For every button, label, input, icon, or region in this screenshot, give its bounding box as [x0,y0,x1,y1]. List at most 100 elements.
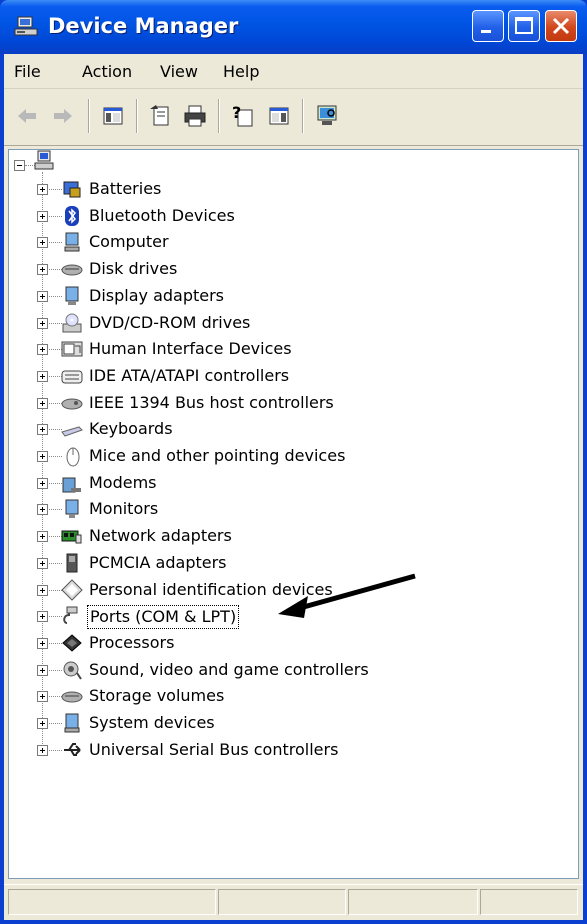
device-category-computer[interactable]: Computer [87,231,171,253]
print-icon[interactable] [182,103,208,129]
minimize-icon [481,30,491,33]
expand-toggle[interactable] [37,504,48,515]
modem-icon[interactable] [61,472,83,494]
device-category-batteries[interactable]: Batteries [87,178,163,200]
help-icon[interactable]: ? [230,103,256,129]
storage-volume-icon[interactable] [61,685,83,707]
device-category-human-interface-devices[interactable]: Human Interface Devices [87,338,294,360]
expand-toggle[interactable] [37,638,48,649]
sound-icon[interactable] [61,659,83,681]
device-category-processors[interactable]: Processors [87,632,176,654]
menu-file[interactable]: File [14,62,41,81]
expand-toggle[interactable] [37,451,48,462]
menu-action[interactable]: Action [82,62,132,81]
device-category-mice-and-other-pointing-devices[interactable]: Mice and other pointing devices [87,445,347,467]
device-category-ports-com-lpt[interactable]: Ports (COM & LPT) [87,605,240,629]
keyboard-icon[interactable] [61,418,83,440]
expand-toggle[interactable] [37,745,48,756]
maximize-button[interactable] [508,10,540,42]
device-category-modems[interactable]: Modems [87,472,159,494]
toolbar-separator [88,99,90,133]
status-pane-1 [8,889,216,915]
device-category-sound-video-and-game-controllers[interactable]: Sound, video and game controllers [87,659,371,681]
mouse-icon[interactable] [61,445,83,467]
expand-toggle[interactable] [37,558,48,569]
client-area: File Action View Help ? Batteries Blueto… [4,54,583,920]
scan-hardware-icon[interactable] [314,103,340,129]
device-tree[interactable]: Batteries Bluetooth Devices Computer Disk d… [8,149,579,879]
device-category-storage-volumes[interactable]: Storage volumes [87,685,226,707]
processor-icon[interactable] [61,632,83,654]
computer-icon[interactable] [33,150,55,172]
pcmcia-icon[interactable] [61,552,83,574]
status-bar [4,884,583,919]
device-category-network-adapters[interactable]: Network adapters [87,525,234,547]
device-category-display-adapters[interactable]: Display adapters [87,285,226,307]
status-pane-3 [348,889,478,915]
bluetooth-icon[interactable] [61,205,83,227]
close-button[interactable] [545,10,577,42]
device-category-disk-drives[interactable]: Disk drives [87,258,179,280]
device-manager-icon [14,16,38,36]
expand-toggle[interactable] [37,691,48,702]
menu-help[interactable]: Help [223,62,259,81]
device-category-ieee-1394-bus-host-controllers[interactable]: IEEE 1394 Bus host controllers [87,392,336,414]
menu-bar: File Action View Help [4,54,583,89]
forward-arrow-icon[interactable] [50,103,76,129]
identification-device-icon[interactable] [61,579,83,601]
device-category-monitors[interactable]: Monitors [87,498,160,520]
device-manager-window: Device Manager File Action View Help ? B… [0,0,587,924]
ide-controller-icon[interactable] [61,365,83,387]
maximize-icon [515,17,533,34]
battery-icon[interactable] [61,178,83,200]
expand-toggle[interactable] [37,184,48,195]
expand-toggle[interactable] [37,424,48,435]
ieee1394-icon[interactable] [61,392,83,414]
device-category-pcmcia-adapters[interactable]: PCMCIA adapters [87,552,229,574]
toolbar: ? [4,89,583,146]
cdrom-icon[interactable] [61,312,83,334]
expand-toggle[interactable] [37,398,48,409]
port-icon[interactable] [61,605,83,627]
close-icon [552,17,570,35]
display-adapter-icon[interactable] [61,285,83,307]
properties-icon[interactable] [148,103,174,129]
disk-drive-icon[interactable] [61,258,83,280]
root-collapse-toggle[interactable] [14,160,25,171]
annotation-arrow [278,573,416,618]
expand-toggle[interactable] [37,344,48,355]
device-category-universal-serial-bus-controllers[interactable]: Universal Serial Bus controllers [87,739,340,761]
expand-toggle[interactable] [37,237,48,248]
usb-icon[interactable] [61,739,83,761]
network-adapter-icon[interactable] [61,525,83,547]
show-hide-action-pane-icon[interactable] [266,103,292,129]
expand-toggle[interactable] [37,585,48,596]
expand-toggle[interactable] [37,478,48,489]
device-category-ide-ata-atapi-controllers[interactable]: IDE ATA/ATAPI controllers [87,365,291,387]
toolbar-separator [136,99,138,133]
monitor-icon[interactable] [61,498,83,520]
title-bar[interactable]: Device Manager [0,0,587,54]
menu-view[interactable]: View [160,62,198,81]
expand-toggle[interactable] [37,531,48,542]
device-category-dvd-cd-rom-drives[interactable]: DVD/CD-ROM drives [87,312,252,334]
show-hide-console-tree-icon[interactable] [100,103,126,129]
device-category-bluetooth-devices[interactable]: Bluetooth Devices [87,205,237,227]
expand-toggle[interactable] [37,211,48,222]
expand-toggle[interactable] [37,611,48,622]
back-arrow-icon[interactable] [14,103,40,129]
expand-toggle[interactable] [37,291,48,302]
system-device-icon[interactable] [61,712,83,734]
hid-icon[interactable] [61,338,83,360]
svg-text:?: ? [232,103,241,122]
expand-toggle[interactable] [37,665,48,676]
device-category-keyboards[interactable]: Keyboards [87,418,175,440]
expand-toggle[interactable] [37,371,48,382]
minimize-button[interactable] [472,10,504,42]
computer-icon[interactable] [61,231,83,253]
device-category-system-devices[interactable]: System devices [87,712,217,734]
expand-toggle[interactable] [37,264,48,275]
expand-toggle[interactable] [37,718,48,729]
status-pane-2 [218,889,346,915]
expand-toggle[interactable] [37,318,48,329]
